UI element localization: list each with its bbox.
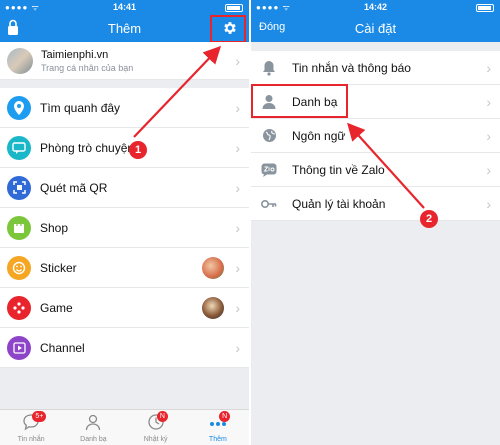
zalo-info-icon (260, 161, 278, 179)
menu-item-label: Sticker (40, 260, 77, 275)
menu-item-game[interactable]: Game › (0, 288, 249, 328)
menu-item-label: Shop (40, 220, 69, 235)
tab-label: Tin nhắn (17, 436, 45, 443)
chevron-right-icon: › (235, 259, 240, 276)
chevron-right-icon: › (486, 59, 491, 76)
chevron-right-icon: › (235, 299, 240, 316)
chevron-right-icon: › (486, 93, 491, 110)
tab-timeline[interactable]: N Nhật ký (125, 410, 187, 445)
battery-icon (225, 4, 243, 12)
chevron-right-icon: › (235, 52, 240, 69)
settings-item-label: Quản lý tài khoản (292, 196, 386, 211)
tab-contacts[interactable]: Danh bạ (62, 410, 124, 445)
step-marker-2: 2 (420, 210, 438, 228)
page-title: Cài đặt (354, 21, 397, 36)
chevron-right-icon: › (486, 161, 491, 178)
status-time: 14:42 (363, 2, 388, 12)
contact-person-icon (86, 414, 101, 431)
qr-scan-icon (7, 175, 31, 200)
tab-label: Nhật ký (143, 436, 168, 443)
settings-item-account[interactable]: Quản lý tài khoản › (251, 187, 500, 221)
menu-item-qr-scan[interactable]: Quét mã QR › (0, 168, 249, 208)
location-pin-icon (7, 95, 31, 120)
contacts-highlight (251, 84, 348, 118)
menu-item-shop[interactable]: Shop › (0, 208, 249, 248)
badge-count: 5+ (32, 411, 47, 422)
chevron-right-icon: › (486, 195, 491, 212)
settings-item-label: Tin nhắn và thông báo (292, 60, 411, 75)
menu-item-label: Phòng trò chuyện (40, 140, 135, 155)
nav-bar: Thêm (0, 15, 249, 43)
chevron-right-icon: › (235, 179, 240, 196)
avatar (7, 47, 33, 74)
badge-new: N (156, 411, 168, 422)
chevron-right-icon: › (235, 219, 240, 236)
key-icon (260, 195, 278, 213)
tab-bar: 5+ Tin nhắn Danh bạ N Nhật ký N Thêm (0, 409, 249, 445)
menu-item-label: Game (40, 300, 73, 315)
settings-item-language[interactable]: Ngôn ngữ › (251, 119, 500, 153)
chevron-right-icon: › (486, 127, 491, 144)
more-screen: ●●●● ᯤ 14:41 Thêm Taimienphi.vn Trang cá… (0, 0, 249, 445)
status-bar: ●●●● ᯤ 14:41 (0, 0, 249, 15)
badge-new: N (219, 411, 231, 422)
chevron-right-icon: › (235, 139, 240, 156)
profile-subtitle: Trang cá nhân của bạn (41, 62, 134, 73)
menu-item-sticker[interactable]: Sticker › (0, 248, 249, 288)
menu-item-label: Channel (40, 340, 85, 355)
chevron-right-icon: › (235, 339, 240, 356)
menu-item-channel[interactable]: Channel › (0, 328, 249, 368)
step-marker-1: 1 (129, 141, 147, 159)
chat-room-icon (7, 135, 31, 160)
menu-item-chat-room[interactable]: Phòng trò chuyện › (0, 128, 249, 168)
game-thumbnail (202, 296, 224, 319)
settings-item-label: Thông tin về Zalo (292, 162, 385, 177)
game-pad-icon (7, 295, 31, 320)
tab-label: Danh bạ (80, 436, 107, 443)
menu-item-label: Quét mã QR (40, 180, 108, 195)
sticker-thumbnail (202, 256, 224, 279)
nav-bar: Đóng Cài đặt (251, 15, 500, 42)
sticker-smile-icon (7, 255, 31, 280)
tab-messages[interactable]: 5+ Tin nhắn (0, 410, 62, 445)
menu-item-nearby[interactable]: Tìm quanh đây › (0, 88, 249, 128)
settings-item-notifications[interactable]: Tin nhắn và thông báo › (251, 51, 500, 85)
channel-play-icon (7, 335, 31, 360)
status-bar: ●●●● ᯤ 14:42 (251, 0, 500, 15)
battery-icon (476, 4, 494, 12)
menu-item-label: Tìm quanh đây (40, 100, 121, 115)
settings-item-label: Ngôn ngữ (292, 128, 346, 143)
settings-item-about[interactable]: Thông tin về Zalo › (251, 153, 500, 187)
profile-row[interactable]: Taimienphi.vn Trang cá nhân của bạn › (0, 42, 249, 80)
status-time: 14:41 (112, 2, 137, 12)
globe-icon (260, 127, 278, 145)
tab-more[interactable]: N Thêm (187, 410, 249, 445)
tab-label: Thêm (208, 436, 227, 443)
chevron-right-icon: › (235, 99, 240, 116)
settings-screen: ●●●● ᯤ 14:42 Đóng Cài đặt Tin nhắn và th… (251, 0, 500, 445)
gear-icon[interactable] (222, 20, 238, 36)
profile-name: Taimienphi.vn (41, 48, 109, 61)
shop-bag-icon (7, 215, 31, 240)
bell-icon (260, 59, 278, 77)
